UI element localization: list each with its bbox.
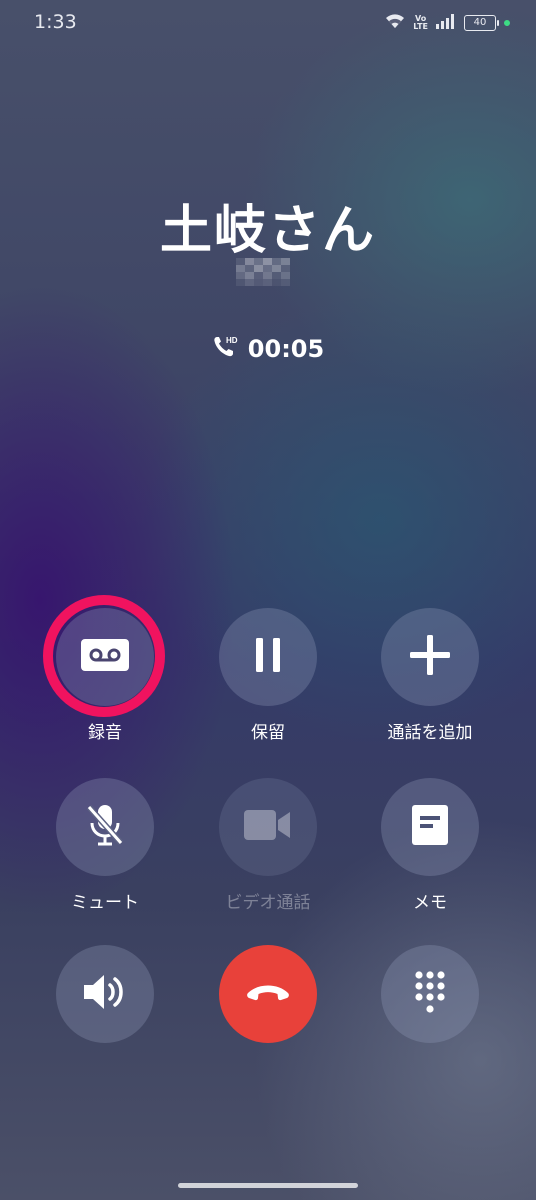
status-time: 1:33 (34, 11, 77, 33)
mute-label: ミュート (71, 893, 139, 913)
home-indicator[interactable] (178, 1183, 358, 1188)
status-icons: Vo LTE 40 (385, 13, 510, 33)
call-duration: 00:05 (247, 335, 325, 363)
caller-number-blurred (236, 258, 294, 286)
add-call-label: 通話を追加 (387, 723, 473, 743)
hd-call-icon: HD (212, 334, 240, 364)
speaker-control (25, 945, 185, 1043)
pause-icon (253, 638, 283, 676)
wifi-icon (385, 13, 405, 33)
volte-icon: Vo LTE (413, 14, 428, 31)
dialpad-icon (414, 970, 446, 1018)
privacy-indicator-dot (504, 20, 510, 26)
hang-up-icon (244, 982, 292, 1006)
plus-icon (410, 635, 450, 679)
add-call-button[interactable] (381, 608, 479, 706)
svg-text:HD: HD (226, 336, 238, 345)
keypad-control (350, 945, 510, 1043)
record-control: 録音 (25, 595, 185, 743)
caller-name: 土岐さん (159, 201, 376, 261)
battery-icon: 40 (464, 15, 499, 31)
add-call-control: 通話を追加 (350, 608, 510, 743)
hold-button[interactable] (219, 608, 317, 706)
video-camera-icon (244, 808, 292, 846)
hold-label: 保留 (251, 723, 285, 743)
record-highlight-ring (43, 595, 165, 717)
status-bar: 1:33 Vo LTE 40 (0, 0, 536, 46)
speaker-icon (82, 972, 128, 1016)
mute-button[interactable] (56, 778, 154, 876)
mic-off-icon (85, 803, 125, 851)
memo-label: メモ (413, 893, 447, 913)
memo-button[interactable] (381, 778, 479, 876)
video-call-control: ビデオ通話 (188, 778, 348, 913)
end-call-button[interactable] (219, 945, 317, 1043)
video-call-button[interactable] (219, 778, 317, 876)
signal-icon (436, 13, 456, 33)
hold-control: 保留 (188, 608, 348, 743)
video-call-label: ビデオ通話 (225, 893, 311, 913)
call-info: HD 00:05 (0, 334, 536, 364)
memo-control: メモ (350, 778, 510, 913)
mute-control: ミュート (25, 778, 185, 913)
record-button[interactable] (43, 595, 165, 717)
keypad-button[interactable] (381, 945, 479, 1043)
speaker-button[interactable] (56, 945, 154, 1043)
end-call-control (188, 945, 348, 1043)
record-label: 録音 (88, 723, 122, 743)
note-icon (412, 805, 448, 849)
